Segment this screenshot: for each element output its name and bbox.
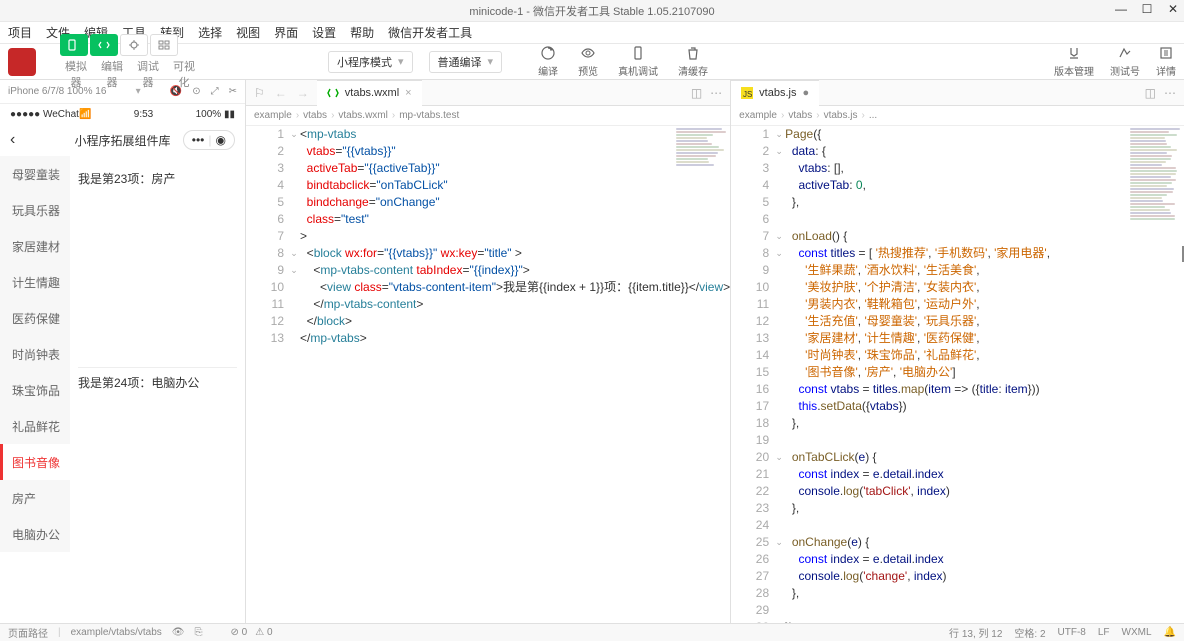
clear-cache-button[interactable]: 清缓存 [678,45,708,78]
back-icon[interactable]: ‹ [10,131,15,149]
vtabs-content[interactable]: 我是第23项：房产 我是第24项：电脑办公 [70,156,245,552]
simulator-panel: iPhone 6/7/8 100% 16▾ 🔇 ⊙ ⤢ ✂ ●●●●● WeCh… [0,80,246,623]
sim-play-icon[interactable]: ⊙ [192,86,200,97]
visual-toggle[interactable] [150,34,178,56]
sim-cut-icon[interactable]: ✂ [229,86,237,97]
breadcrumb-wxml[interactable]: example›vtabs›vtabs.wxml›mp-vtabs.test [246,106,730,126]
bookmark-icon[interactable]: ⚐ [254,86,265,100]
indent-setting[interactable]: 空格: 2 [1014,625,1045,640]
compile-button[interactable]: 编译 [538,45,558,78]
capsule-menu-icon[interactable]: ••• [192,133,205,147]
vtab-item[interactable]: 电脑办公 [0,516,70,552]
maximize-button[interactable]: ☐ [1140,2,1154,16]
menu-选择[interactable]: 选择 [198,24,222,41]
close-tab-icon[interactable]: × [405,87,411,99]
toolbar: 模拟器编辑器调试器可视化 小程序模式▾ 普通编译▾ 编译 预览 真机调试 清缓存… [0,44,1184,80]
menu-微信开发者工具[interactable]: 微信开发者工具 [388,24,472,41]
version-button[interactable]: 版本管理 [1054,45,1094,78]
remote-debug-button[interactable]: 真机调试 [618,45,658,78]
preview-button[interactable]: 预览 [578,45,598,78]
nav-fwd-icon[interactable]: → [297,86,309,100]
eye-icon[interactable]: 👁 [172,627,185,638]
menu-帮助[interactable]: 帮助 [350,24,374,41]
menu-界面[interactable]: 界面 [274,24,298,41]
phone-preview: ●●●●● WeChat📶 9:53 100% ▮▮ ‹ 小程序拓展组件库 ••… [0,104,245,623]
code-editor-js[interactable]: 1234567891011121314151617181920212223242… [731,126,1184,623]
sim-share-icon[interactable]: ⤢ [211,86,219,97]
simulator-toggle[interactable] [60,34,88,56]
vtab-item[interactable]: 图书音像 [0,444,70,480]
cursor-position[interactable]: 行 13, 列 12 [949,625,1002,640]
menu-视图[interactable]: 视图 [236,24,260,41]
copy-icon[interactable]: ⎘ [194,627,202,638]
notification-icon[interactable]: 🔔 [1164,627,1176,638]
window-title: minicode-1 - 微信开发者工具 Stable 1.05.2107090 [469,3,714,19]
vtabs-sidebar: 母婴童装玩具乐器家居建材计生情趣医药保健时尚钟表珠宝饰品礼品鲜花图书音像房产电脑… [0,156,70,552]
encoding[interactable]: UTF-8 [1058,627,1086,638]
battery-label: 100% ▮▮ [196,109,235,120]
content-item: 我是第24项：电脑办公 [78,368,237,397]
file-tab-js[interactable]: JS vtabs.js ● [731,80,819,106]
debugger-toggle[interactable] [120,34,148,56]
breadcrumb-js[interactable]: example›vtabs›vtabs.js›... [731,106,1184,126]
user-avatar[interactable] [8,48,36,76]
details-button[interactable]: 详情 [1156,45,1176,78]
vtab-item[interactable]: 医药保健 [0,300,70,336]
svg-text:JS: JS [743,90,752,99]
editor-toggle[interactable] [90,34,118,56]
time-label: 9:53 [134,109,153,120]
test-account-button[interactable]: 测试号 [1110,45,1140,78]
compile-type-select[interactable]: 普通编译▾ [429,51,503,73]
error-count[interactable]: ⊘ 0 [230,627,247,638]
vtab-item[interactable]: 家居建材 [0,228,70,264]
editor-panel-js: JS vtabs.js ● ◫ ⋯ example›vtabs›vtabs.js… [731,80,1184,623]
more-icon[interactable]: ⋯ [1164,86,1176,100]
page-path-label: 页面路径 [8,625,48,640]
device-label[interactable]: iPhone 6/7/8 100% 16 [8,86,106,97]
split-icon[interactable]: ◫ [1145,86,1156,100]
menu-项目[interactable]: 项目 [8,24,32,41]
vtab-item[interactable]: 珠宝饰品 [0,372,70,408]
close-button[interactable]: ✕ [1166,2,1180,16]
minimize-button[interactable]: ― [1114,2,1128,16]
language-mode[interactable]: WXML [1122,627,1152,638]
page-title: 小程序拓展组件库 [74,132,170,149]
code-editor-wxml[interactable]: 12345678910111213 ⌄⌄⌄ <mp-vtabs vtabs="{… [246,126,730,623]
split-icon[interactable]: ◫ [691,86,702,100]
menu-设置[interactable]: 设置 [312,24,336,41]
content-item: 我是第23项：房产 [78,164,237,368]
capsule-close-icon[interactable]: ◉ [216,133,226,147]
vtab-item[interactable]: 礼品鲜花 [0,408,70,444]
page-path[interactable]: example/vtabs/vtabs [71,627,162,638]
minimap[interactable] [1130,128,1182,218]
editor-panel-wxml: ⚐ ← → vtabs.wxml × ◫ ⋯ example›vtabs›vta… [246,80,731,623]
carrier-label: ●●●●● WeChat📶 [10,109,91,120]
statusbar: 页面路径 | example/vtabs/vtabs 👁 ⎘ ⊘ 0 ⚠ 0 行… [0,623,1184,641]
more-icon[interactable]: ⋯ [710,86,722,100]
nav-back-icon[interactable]: ← [275,86,287,100]
eol[interactable]: LF [1098,627,1110,638]
compile-mode-select[interactable]: 小程序模式▾ [328,51,413,73]
sim-mute-icon[interactable]: 🔇 [170,86,182,97]
warning-count[interactable]: ⚠ 0 [255,627,272,638]
file-tab-wxml[interactable]: vtabs.wxml × [317,80,422,106]
vtab-item[interactable]: 房产 [0,480,70,516]
vtab-item[interactable]: 计生情趣 [0,264,70,300]
unsaved-indicator: ● [802,87,809,99]
minimap[interactable] [676,128,728,218]
window-titlebar: minicode-1 - 微信开发者工具 Stable 1.05.2107090… [0,0,1184,22]
vtab-item[interactable]: 玩具乐器 [0,192,70,228]
vtab-item[interactable]: 母婴童装 [0,156,70,192]
vtab-item[interactable]: 时尚钟表 [0,336,70,372]
